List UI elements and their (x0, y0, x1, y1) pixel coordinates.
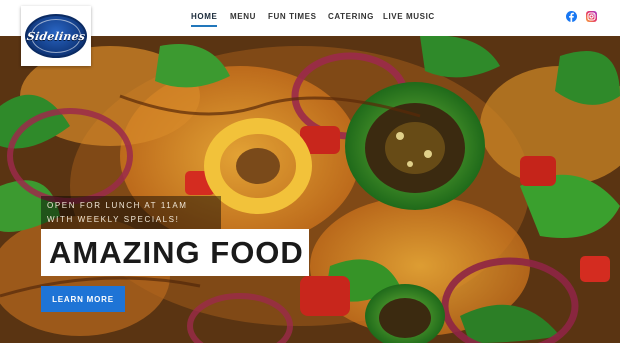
logo-badge: Sidelines (25, 14, 87, 58)
site-logo[interactable]: Sidelines (21, 6, 91, 66)
nav-item-fun-times[interactable]: FUN TIMES (268, 12, 317, 21)
main-nav: HOME MENU FUN TIMES CATERING LIVE MUSIC (0, 12, 620, 27)
instagram-icon[interactable] (586, 11, 597, 22)
site-header: HOME MENU FUN TIMES CATERING LIVE MUSIC (0, 0, 620, 36)
learn-more-button[interactable]: LEARN MORE (41, 286, 125, 312)
nav-item-live-music[interactable]: LIVE MUSIC (383, 12, 435, 21)
nav-item-menu[interactable]: MENU (230, 12, 256, 21)
logo-text: Sidelines (26, 29, 87, 43)
promo-line-2: WITH WEEKLY SPECIALS! (47, 215, 180, 224)
hero-section: OPEN FOR LUNCH AT 11AM WITH WEEKLY SPECI… (0, 36, 620, 343)
promo-banner: OPEN FOR LUNCH AT 11AM WITH WEEKLY SPECI… (41, 196, 221, 230)
facebook-icon[interactable] (566, 11, 577, 22)
headline-box: AMAZING FOOD (41, 229, 309, 276)
nav-item-home[interactable]: HOME (191, 12, 218, 27)
promo-line-1: OPEN FOR LUNCH AT 11AM (47, 201, 188, 210)
hero-headline: AMAZING FOOD (49, 234, 304, 270)
nav-item-catering[interactable]: CATERING (328, 12, 374, 21)
